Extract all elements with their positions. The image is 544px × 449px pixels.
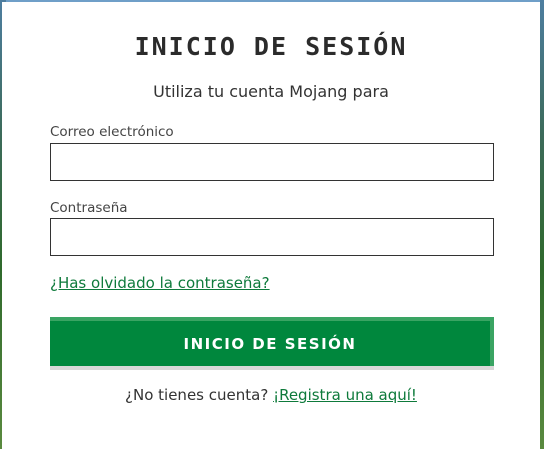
email-label: Correo electrónico [50,124,174,140]
login-button[interactable]: INICIO DE SESIÓN [50,317,494,366]
register-prompt: ¿No tienes cuenta? ¡Registra una aquí! [2,386,540,404]
email-field[interactable] [50,143,494,181]
login-card: INICIO DE SESIÓN Utiliza tu cuenta Mojan… [2,2,540,449]
no-account-text: ¿No tienes cuenta? [125,386,269,404]
login-button-shadow: INICIO DE SESIÓN [50,317,494,370]
forgot-password-link[interactable]: ¿Has olvidado la contraseña? [50,274,270,292]
subtitle: Utiliza tu cuenta Mojang para [153,82,389,101]
password-label: Contraseña [50,200,128,216]
register-link[interactable]: ¡Registra una aquí! [273,386,417,404]
page-title: INICIO DE SESIÓN [134,32,408,61]
background-right-strip [540,0,544,449]
password-field[interactable] [50,218,494,256]
